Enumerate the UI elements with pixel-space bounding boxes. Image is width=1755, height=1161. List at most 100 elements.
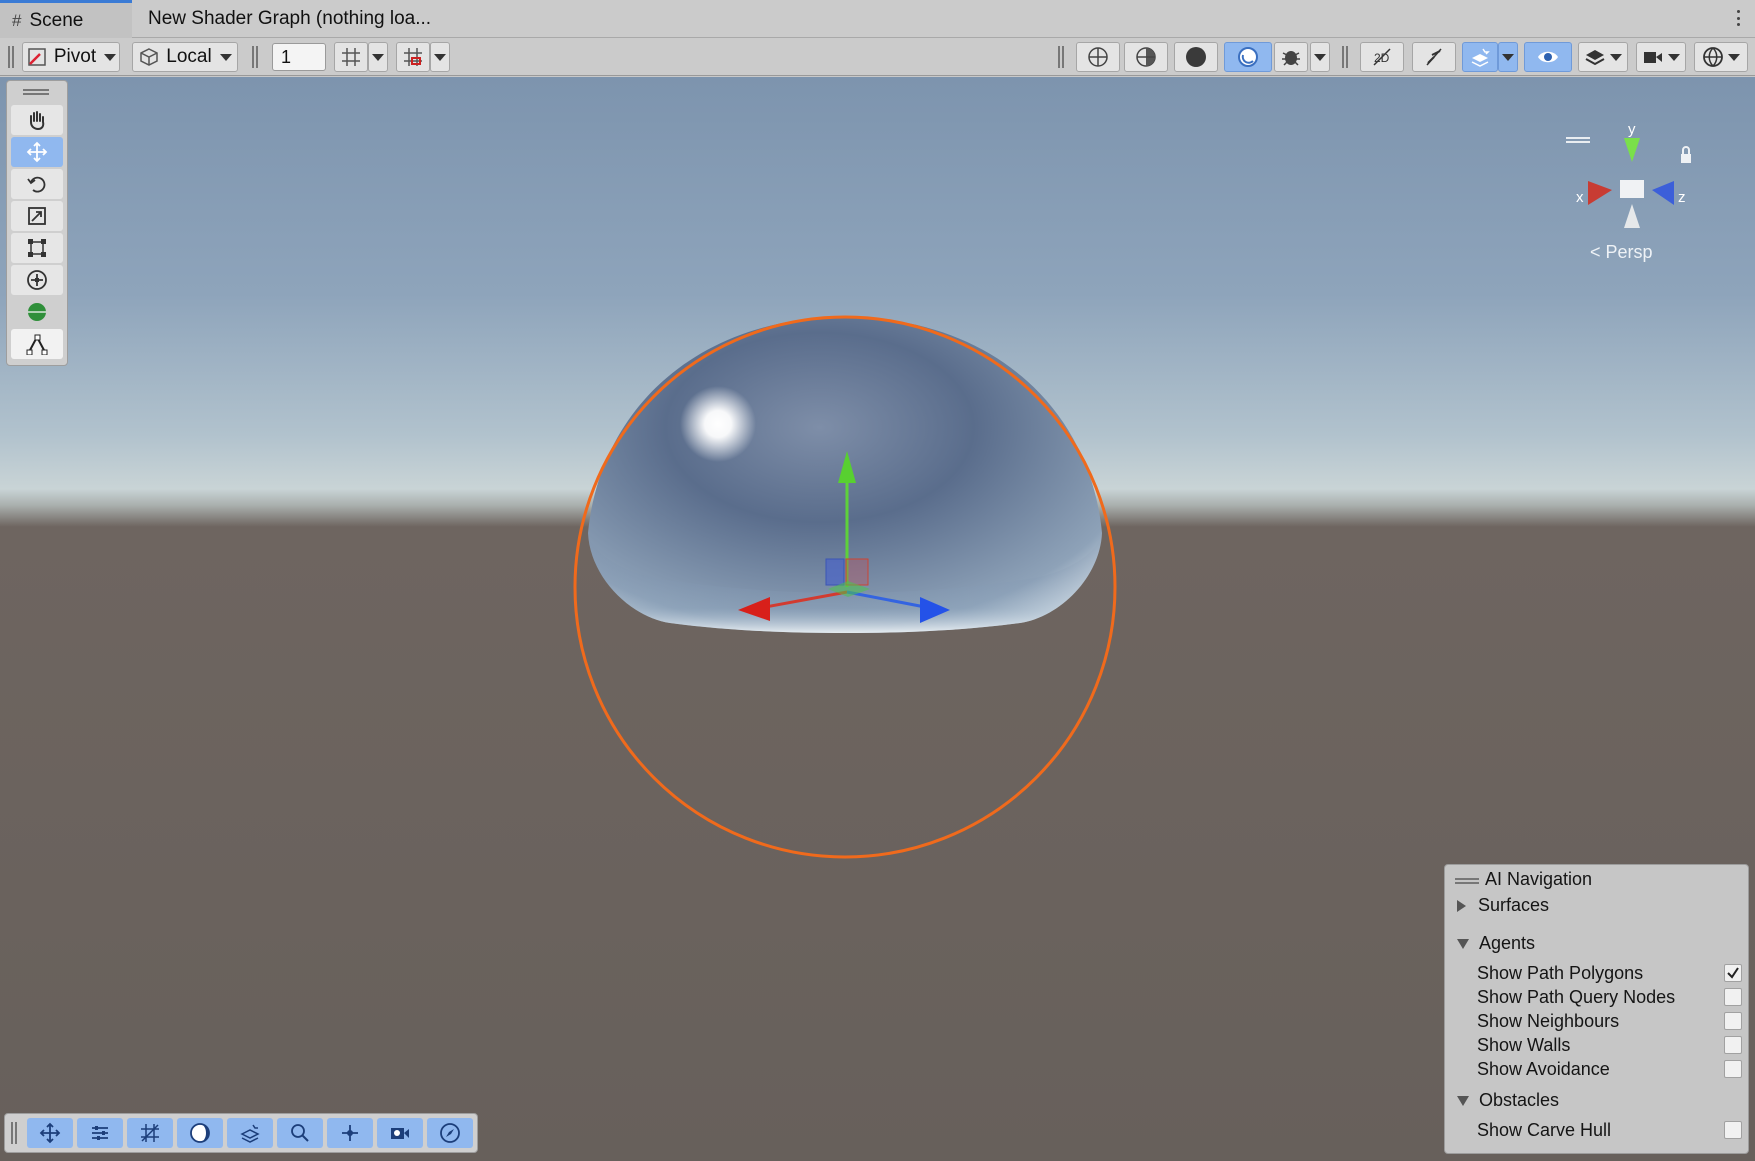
gizmos-dropdown[interactable] xyxy=(1694,42,1748,72)
show-carve-hull-checkbox[interactable] xyxy=(1724,1121,1742,1139)
debug-draw-mode-button[interactable] xyxy=(1274,42,1308,72)
scene-visibility-button[interactable] xyxy=(1524,42,1572,72)
transform-tool-button[interactable] xyxy=(11,265,63,295)
shaded-wireframe-mode-button[interactable] xyxy=(1124,42,1168,72)
overlay-camera-button[interactable] xyxy=(377,1118,423,1148)
rotate-tool-button[interactable] xyxy=(11,169,63,199)
grid-snap-icon xyxy=(342,48,360,66)
show-neighbours-checkbox[interactable] xyxy=(1724,1012,1742,1030)
toolbar-grip-handle[interactable] xyxy=(1058,46,1064,68)
show-walls-row[interactable]: Show Walls xyxy=(1477,1034,1742,1056)
gizmo-z-cone xyxy=(1652,181,1674,205)
wireframe-sphere-icon xyxy=(1088,47,1108,67)
unlit-circle-icon xyxy=(1238,47,1258,67)
effects-dropdown[interactable] xyxy=(1498,42,1518,72)
show-path-polygons-checkbox[interactable] xyxy=(1724,964,1742,982)
show-neighbours-row[interactable]: Show Neighbours xyxy=(1477,1010,1742,1032)
bug-icon xyxy=(1282,51,1300,66)
lighting-toggle-button[interactable] xyxy=(1412,42,1456,72)
effects-layers-icon xyxy=(240,1124,260,1143)
gizmo-lock-icon xyxy=(1681,146,1691,163)
overlay-tool-settings-button[interactable] xyxy=(77,1118,123,1148)
persp-label[interactable]: < Persp xyxy=(1590,242,1653,263)
surfaces-foldout[interactable]: Surfaces xyxy=(1457,895,1549,916)
tools-overlay-handle[interactable] xyxy=(23,89,49,95)
persp-arrow-icon: < xyxy=(1590,242,1606,262)
overlay-compass-button[interactable] xyxy=(427,1118,473,1148)
show-avoidance-row[interactable]: Show Avoidance xyxy=(1477,1058,1742,1080)
obstacles-label: Obstacles xyxy=(1479,1090,1560,1110)
tool-settings-icon xyxy=(92,1126,108,1140)
show-walls-label: Show Walls xyxy=(1477,1034,1571,1055)
scale-icon xyxy=(28,207,46,225)
toolbar-grip-handle[interactable] xyxy=(1342,46,1348,68)
path-tool-button[interactable] xyxy=(11,329,63,359)
overlay-toolbar xyxy=(4,1113,478,1153)
overlay-grid-snap-button[interactable] xyxy=(127,1118,173,1148)
layers-visibility-dropdown[interactable] xyxy=(1578,42,1628,72)
unity-scene-window: # Scene New Shader Graph (nothing loa...… xyxy=(0,0,1755,1161)
show-path-query-nodes-row[interactable]: Show Path Query Nodes xyxy=(1477,986,1742,1008)
overlay-toolbar-grip[interactable] xyxy=(11,1122,17,1144)
wireframe-mode-button[interactable] xyxy=(1076,42,1120,72)
overlay-transform-button[interactable] xyxy=(27,1118,73,1148)
2d-toggle-button[interactable]: 2D xyxy=(1360,42,1404,72)
ai-navigation-title: AI Navigation xyxy=(1485,869,1593,889)
unlit-mode-button[interactable] xyxy=(1224,42,1272,72)
gizmo-y-cone xyxy=(1624,138,1640,162)
increment-snap-icon xyxy=(404,48,422,66)
increment-snap-button[interactable] xyxy=(396,42,430,72)
obstacles-foldout[interactable]: Obstacles xyxy=(1457,1090,1559,1111)
scene-toolbar: Pivot Local 1 xyxy=(0,38,1755,76)
gizmo-neg-y-cone xyxy=(1624,204,1640,228)
grid-snap-icon xyxy=(141,1124,159,1142)
toolbar-grip-handle[interactable] xyxy=(252,46,258,68)
ai-navigation-handle[interactable] xyxy=(1455,878,1479,884)
tab-scene-label: Scene xyxy=(29,9,84,31)
2d-icon: 2D xyxy=(1373,48,1391,66)
local-dropdown[interactable]: Local xyxy=(132,42,238,72)
collapsed-triangle-icon xyxy=(1457,899,1466,912)
ai-navigation-overlay: AI Navigation Surfaces Agents Show Path … xyxy=(1444,864,1749,1154)
grid-snap-button[interactable] xyxy=(334,42,368,72)
move-tool-button[interactable] xyxy=(11,137,63,167)
local-cube-icon xyxy=(140,48,159,66)
rect-tool-button[interactable] xyxy=(11,233,63,263)
overlay-orientation-button[interactable] xyxy=(327,1118,373,1148)
checkmark-icon xyxy=(1727,967,1739,979)
effects-toggle-button[interactable] xyxy=(1462,42,1498,72)
expanded-triangle-icon xyxy=(1457,938,1469,949)
tab-scene[interactable]: # Scene xyxy=(0,0,132,38)
overlay-view-options-button[interactable] xyxy=(177,1118,223,1148)
local-label: Local xyxy=(166,46,212,67)
expanded-triangle-icon xyxy=(1457,1095,1469,1106)
show-path-query-nodes-checkbox[interactable] xyxy=(1724,988,1742,1006)
show-avoidance-checkbox[interactable] xyxy=(1724,1060,1742,1078)
overlay-effects-button[interactable] xyxy=(227,1118,273,1148)
toolbar-grip-handle[interactable] xyxy=(8,46,14,68)
grid-snap-field[interactable]: 1 xyxy=(272,43,326,71)
pivot-dropdown[interactable]: Pivot xyxy=(22,42,120,72)
show-carve-hull-row[interactable]: Show Carve Hull xyxy=(1477,1119,1742,1141)
gizmo-z-label: z xyxy=(1678,189,1686,206)
debug-draw-dropdown[interactable] xyxy=(1310,42,1330,72)
custom-tool-button[interactable] xyxy=(11,297,63,327)
grid-snap-dropdown[interactable] xyxy=(368,42,388,72)
scale-tool-button[interactable] xyxy=(11,201,63,231)
hand-icon xyxy=(30,111,45,131)
effects-layers-icon xyxy=(1471,48,1490,67)
hand-tool-button[interactable] xyxy=(11,105,63,135)
more-options-icon[interactable] xyxy=(1731,6,1745,30)
agents-foldout[interactable]: Agents xyxy=(1457,933,1535,954)
camera-settings-dropdown[interactable] xyxy=(1636,42,1686,72)
show-walls-checkbox[interactable] xyxy=(1724,1036,1742,1054)
tab-shader-graph[interactable]: New Shader Graph (nothing loa... xyxy=(136,0,443,38)
increment-snap-dropdown[interactable] xyxy=(430,42,450,72)
gizmo-center-cube xyxy=(1620,180,1644,198)
shaded-mode-button[interactable] xyxy=(1174,42,1218,72)
overlay-search-button[interactable] xyxy=(277,1118,323,1148)
show-carve-hull-label: Show Carve Hull xyxy=(1477,1119,1612,1140)
hash-icon: # xyxy=(12,10,22,30)
pivot-label: Pivot xyxy=(53,46,97,67)
show-path-polygons-row[interactable]: Show Path Polygons xyxy=(1477,962,1742,984)
